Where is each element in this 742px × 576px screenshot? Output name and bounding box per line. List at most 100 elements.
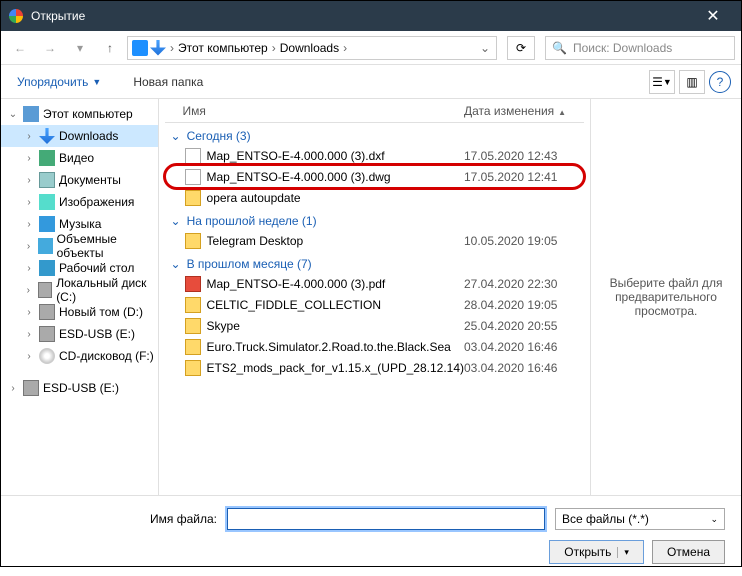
group-header[interactable]: ⌄Сегодня (3) [165, 123, 584, 145]
file-row[interactable]: Skype25.04.2020 20:55 [165, 315, 584, 336]
chevron-right-icon[interactable]: › [23, 197, 35, 208]
sidebar-item[interactable]: › Объемные объекты [1, 235, 158, 257]
chevron-right-icon[interactable]: › [23, 263, 35, 274]
chevron-right-icon[interactable]: › [23, 175, 35, 186]
chevron-icon: › [270, 41, 278, 55]
file-row[interactable]: Map_ENTSO-E-4.000.000 (3).dwg17.05.2020 … [165, 166, 584, 187]
newfolder-button[interactable]: Новая папка [127, 71, 209, 93]
sidebar-extra[interactable]: › ESD-USB (E:) [1, 377, 158, 399]
sidebar-item-label: Рабочий стол [59, 261, 134, 275]
file-row[interactable]: Euro.Truck.Simulator.2.Road.to.the.Black… [165, 336, 584, 357]
sidebar-item[interactable]: ›Изображения [1, 191, 158, 213]
toolbar: Упорядочить▼ Новая папка ☰ ▼ ▥ ? [1, 65, 741, 99]
folder-icon [39, 172, 55, 188]
chevron-right-icon[interactable]: › [23, 131, 35, 142]
sidebar-item[interactable]: ›Документы [1, 169, 158, 191]
folder-icon [185, 297, 201, 313]
breadcrumb[interactable]: › Этот компьютер › Downloads › ⌄ [127, 36, 497, 60]
folder-icon [39, 216, 55, 232]
search-input[interactable]: 🔍 Поиск: Downloads [545, 36, 735, 60]
folder-icon [185, 360, 201, 376]
file-date: 25.04.2020 20:55 [464, 319, 584, 333]
folder-icon [185, 190, 201, 206]
columns-header[interactable]: Имя Дата изменения▲ [165, 99, 584, 123]
sidebar-item[interactable]: ›CD-дисковод (F:) [1, 345, 158, 367]
sidebar-pc[interactable]: ⌄ Этот компьютер [1, 103, 158, 125]
col-name[interactable]: Имя [165, 104, 464, 118]
folder-icon [38, 238, 53, 254]
sidebar-item[interactable]: › Новый том (D:) [1, 301, 158, 323]
file-row[interactable]: opera autoupdate [165, 187, 584, 208]
chevron-icon: › [341, 41, 349, 55]
file-icon [185, 169, 201, 185]
file-row[interactable]: Map_ENTSO-E-4.000.000 (3).dxf17.05.2020 … [165, 145, 584, 166]
open-button[interactable]: Открыть [549, 540, 644, 564]
sort-icon: ▲ [558, 108, 566, 117]
folder-icon [185, 233, 201, 249]
sidebar-item-label: Объемные объекты [57, 232, 158, 260]
chevron-right-icon[interactable]: › [7, 383, 19, 394]
up-button[interactable]: ↑ [97, 35, 123, 61]
view-button[interactable]: ☰ ▼ [649, 70, 675, 94]
sidebar-item[interactable]: › Локальный диск (C:) [1, 279, 158, 301]
refresh-button[interactable]: ⟳ [507, 36, 535, 60]
chevron-right-icon[interactable]: › [23, 307, 35, 318]
pdf-icon [185, 276, 201, 292]
file-date: 03.04.2020 16:46 [464, 340, 584, 354]
chevron-right-icon[interactable]: › [23, 329, 35, 340]
group-header[interactable]: ⌄В прошлом месяце (7) [165, 251, 584, 273]
file-date: 03.04.2020 16:46 [464, 361, 584, 375]
back-button[interactable]: ← [7, 35, 33, 61]
sidebar-item[interactable]: › Видео [1, 147, 158, 169]
breadcrumb-folder[interactable]: Downloads [280, 41, 339, 55]
folder-icon [39, 348, 55, 364]
file-list: Имя Дата изменения▲ ⌄Сегодня (3)Map_ENTS… [159, 99, 591, 495]
forward-button: → [37, 35, 63, 61]
preview-pane: Выберите файл для предварительного просм… [591, 99, 741, 495]
search-placeholder: Поиск: Downloads [573, 41, 672, 55]
chevron-right-icon[interactable]: › [23, 153, 35, 164]
sidebar-item-label: Downloads [59, 129, 118, 143]
breadcrumb-root[interactable]: Этот компьютер [178, 41, 268, 55]
folder-icon [39, 150, 55, 166]
close-icon[interactable]: ✕ [693, 6, 733, 26]
organize-button[interactable]: Упорядочить▼ [11, 71, 107, 93]
file-name: opera autoupdate [207, 191, 464, 205]
file-row[interactable]: ETS2_mods_pack_for_v1.15.x_(UPD_28.12.14… [165, 357, 584, 378]
filename-input[interactable] [227, 508, 545, 530]
sidebar-item-label: Музыка [59, 217, 101, 231]
downloads-icon [150, 40, 166, 56]
file-icon [185, 148, 201, 164]
sidebar-item-label: ESD-USB (E:) [59, 327, 135, 341]
breadcrumb-dropdown-icon[interactable]: ⌄ [478, 41, 492, 55]
file-date: 17.05.2020 12:41 [464, 170, 584, 184]
file-name: Telegram Desktop [207, 234, 464, 248]
file-date: 28.04.2020 19:05 [464, 298, 584, 312]
help-button[interactable]: ? [709, 71, 731, 93]
file-row[interactable]: Map_ENTSO-E-4.000.000 (3).pdf27.04.2020 … [165, 273, 584, 294]
cancel-button[interactable]: Отмена [652, 540, 725, 564]
bottom-panel: Имя файла: Все файлы (*.*)⌄ Открыть Отме… [1, 495, 741, 576]
chevron-down-icon[interactable]: ⌄ [7, 109, 19, 120]
filetype-select[interactable]: Все файлы (*.*)⌄ [555, 508, 725, 530]
sidebar-item-label: Локальный диск (C:) [56, 276, 157, 304]
sidebar-item-label: Видео [59, 151, 94, 165]
file-name: Euro.Truck.Simulator.2.Road.to.the.Black… [207, 340, 464, 354]
chrome-icon [9, 9, 23, 23]
folder-icon [39, 304, 55, 320]
file-row[interactable]: Telegram Desktop10.05.2020 19:05 [165, 230, 584, 251]
folder-icon [39, 260, 55, 276]
chevron-right-icon[interactable]: › [23, 219, 35, 230]
chevron-icon: › [168, 41, 176, 55]
chevron-right-icon[interactable]: › [23, 285, 34, 296]
chevron-right-icon[interactable]: › [23, 351, 35, 362]
group-header[interactable]: ⌄На прошлой неделе (1) [165, 208, 584, 230]
sidebar-item[interactable]: › Downloads [1, 125, 158, 147]
preview-toggle-button[interactable]: ▥ [679, 70, 705, 94]
col-date[interactable]: Дата изменения▲ [464, 104, 584, 118]
sidebar-item[interactable]: › ESD-USB (E:) [1, 323, 158, 345]
sidebar-item-label: Новый том (D:) [59, 305, 143, 319]
file-row[interactable]: CELTIC_FIDDLE_COLLECTION28.04.2020 19:05 [165, 294, 584, 315]
recent-dropdown[interactable]: ▾ [67, 35, 93, 61]
chevron-right-icon[interactable]: › [23, 241, 34, 252]
